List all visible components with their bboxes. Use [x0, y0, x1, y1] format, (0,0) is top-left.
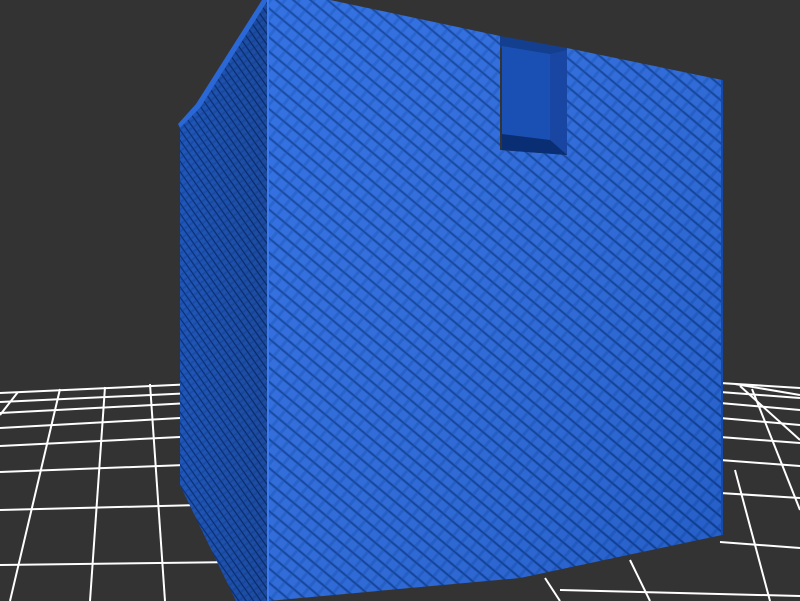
box-notch: [500, 36, 567, 155]
3d-viewport[interactable]: [0, 0, 800, 601]
scene-canvas[interactable]: [0, 0, 800, 601]
box-model[interactable]: [178, 0, 723, 601]
